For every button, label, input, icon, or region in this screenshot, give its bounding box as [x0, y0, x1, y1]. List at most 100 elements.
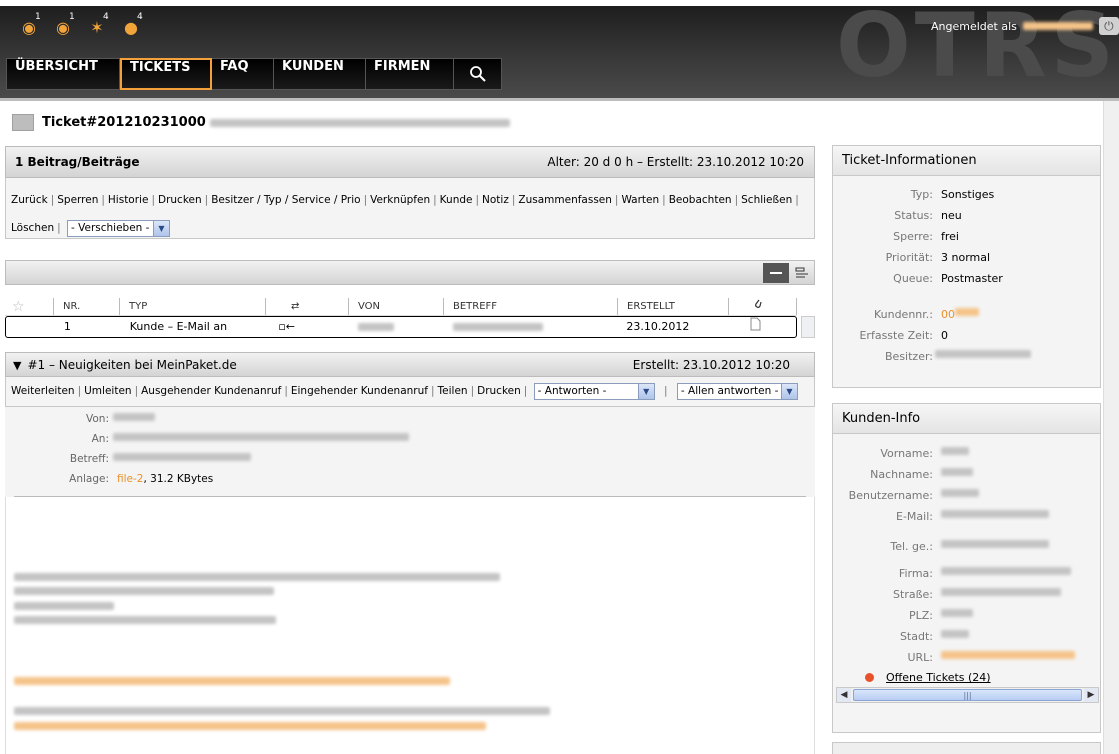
ticket-title: Ticket#201210231000	[42, 115, 206, 130]
action-verknuepfen[interactable]: Verknüpfen	[370, 194, 430, 206]
table-scrollbar[interactable]	[801, 316, 815, 338]
info-status: Status: neu	[894, 209, 962, 222]
info-typ: Typ: Sonstiges	[910, 188, 995, 201]
scroll-thumb[interactable]: |||	[853, 689, 1082, 701]
action-eingehender-anruf[interactable]: Eingehender Kundenanruf	[291, 385, 428, 397]
col-typ[interactable]: TYP	[120, 298, 266, 315]
ticket-zoom-head: 1 Beitrag/Beiträge Alter: 20 d 0 h – Ers…	[5, 146, 815, 178]
action-notiz[interactable]: Notiz	[482, 194, 509, 206]
ticket-age-created: Alter: 20 d 0 h – Erstellt: 23.10.2012 1…	[547, 155, 804, 169]
nav-faq[interactable]: FAQ	[212, 58, 274, 90]
ticket-action-menu: Zurück | Sperren | Historie | Drucken | Besitzer…	[5, 178, 815, 239]
username-redacted	[1022, 22, 1093, 30]
cust-firma: Firma:	[833, 567, 1071, 580]
nav-tickets[interactable]: TICKETS	[120, 58, 212, 90]
action-drucken[interactable]: Drucken	[158, 194, 202, 206]
action-teilen[interactable]: Teilen	[438, 385, 468, 397]
cust-nachname: Nachname:	[833, 468, 973, 481]
scroll-left-icon[interactable]: ◀	[837, 688, 851, 702]
page-scrollbar[interactable]	[1103, 101, 1119, 754]
info-queue: Queue: Postmaster	[893, 272, 1003, 285]
info-kundennr: Kundennr.: 00	[833, 308, 979, 321]
otrs-logo: OTRS	[836, 0, 1118, 97]
action-schliessen[interactable]: Schließen	[741, 194, 792, 206]
action-ausgehender-anruf[interactable]: Ausgehender Kundenanruf	[141, 385, 281, 397]
main-nav: ÜBERSICHT TICKETS FAQ KUNDEN FIRMEN	[6, 58, 502, 90]
article-row[interactable]: 1 Kunde – E-Mail an ▫← 23.10.2012	[5, 316, 797, 338]
row-star[interactable]	[6, 317, 55, 337]
action-sperren[interactable]: Sperren	[57, 194, 98, 206]
collapse-triangle-icon[interactable]: ▼	[13, 359, 21, 372]
col-erstellt[interactable]: ERSTELLT	[618, 298, 729, 315]
watched-icon[interactable]: ◉ 1	[50, 12, 76, 38]
search-icon[interactable]	[454, 58, 502, 90]
incoming-icon: ▫←	[278, 320, 296, 333]
action-beobachten[interactable]: Beobachten	[669, 194, 732, 206]
logout-icon[interactable]: ⏻	[1098, 17, 1119, 35]
locked-watched-icon[interactable]: ◉ 1	[16, 12, 42, 38]
action-weiterleiten[interactable]: Weiterleiten	[11, 385, 75, 397]
action-umleiten[interactable]: Umleiten	[84, 385, 131, 397]
article-title-wrap: ▼ #1 – Neuigkeiten bei MeinPaket.de	[13, 358, 237, 372]
cust-plz: PLZ:	[833, 609, 973, 622]
open-tickets-dot-icon	[865, 673, 874, 682]
cust-url: URL:	[833, 651, 1075, 664]
action-warten[interactable]: Warten	[621, 194, 659, 206]
responsible-icon[interactable]: ✶ 4	[84, 12, 110, 38]
action-article-drucken[interactable]: Drucken	[477, 385, 521, 397]
reply-select[interactable]: - Antworten - ▼	[533, 382, 655, 400]
action-zusammenfassen[interactable]: Zusammenfassen	[518, 194, 612, 206]
action-besitzer[interactable]: Besitzer / Typ / Service / Prio	[211, 194, 360, 206]
detail-view-icon[interactable]	[789, 263, 815, 283]
direction-icon: ⇄	[266, 298, 349, 315]
user-icon[interactable]: ● 4	[118, 12, 144, 38]
star-icon[interactable]: ☆	[5, 298, 54, 315]
nav-kunden[interactable]: KUNDEN	[274, 58, 366, 90]
cust-email: E-Mail:	[833, 510, 1049, 523]
ticket-title-redacted	[209, 118, 510, 127]
meta-attachment: Anlage: file-2, 31.2 KBytes	[69, 473, 214, 485]
open-tickets-row: Offene Tickets (24)	[865, 671, 991, 684]
article-head: ▼ #1 – Neuigkeiten bei MeinPaket.de Erste…	[5, 352, 815, 377]
action-zurueck[interactable]: Zurück	[11, 194, 48, 206]
scroll-right-icon[interactable]: ▶	[1084, 688, 1098, 702]
row-nr: 1	[63, 320, 71, 333]
action-kunde[interactable]: Kunde	[440, 194, 473, 206]
row-erstellt: 23.10.2012	[626, 320, 690, 333]
linked-objects-box-partial	[832, 742, 1101, 754]
chevron-down-icon: ▼	[637, 383, 654, 399]
file-icon	[728, 317, 796, 337]
col-nr[interactable]: NR.	[54, 298, 120, 315]
open-tickets-link[interactable]: Offene Tickets (24)	[886, 671, 991, 684]
customer-info-box: Kunden-Info Vorname: Nachname: Benutzern…	[832, 403, 1101, 733]
article-title: #1 – Neuigkeiten bei MeinPaket.de	[27, 357, 237, 372]
col-betreff[interactable]: BETREFF	[444, 298, 618, 315]
article-list-head	[5, 260, 815, 285]
article-body	[5, 497, 815, 754]
attachment-link[interactable]: file-2	[117, 473, 143, 485]
cust-vorname: Vorname:	[833, 447, 969, 460]
action-loeschen[interactable]: Löschen	[11, 222, 54, 234]
action-historie[interactable]: Historie	[108, 194, 149, 206]
info-sperre: Sperre: frei	[893, 230, 959, 243]
chevron-down-icon: ▼	[153, 220, 169, 236]
meta-to: An:	[5, 433, 409, 445]
row-von	[349, 317, 444, 337]
nav-firmen[interactable]: FIRMEN	[366, 58, 454, 90]
meta-subject: Betreff:	[5, 453, 251, 465]
chevron-down-icon: ▼	[780, 383, 797, 399]
reply-all-select[interactable]: - Allen antworten - ▼	[676, 382, 798, 400]
article-created: Erstellt: 23.10.2012 10:20	[632, 357, 790, 372]
login-label: Angemeldet als	[931, 19, 1017, 33]
cust-benutzername: Benutzername:	[833, 489, 979, 502]
info-prioritaet: Priorität: 3 normal	[885, 251, 991, 264]
customer-info-scrollbar[interactable]: ◀ ||| ▶	[836, 687, 1099, 703]
article-action-menu: Weiterleiten | Umleiten | Ausgehender Kunden…	[5, 377, 815, 407]
move-select[interactable]: - Verschieben - ▼	[67, 219, 170, 237]
nav-uebersicht[interactable]: ÜBERSICHT	[6, 58, 120, 90]
col-von[interactable]: VON	[349, 298, 444, 315]
article-count: 1 Beitrag/Beiträge	[15, 155, 140, 169]
ticket-title-row: Ticket#201210231000	[12, 114, 510, 131]
article-table-header: ☆ NR. TYP ⇄ VON BETREFF ERSTELLT	[5, 298, 797, 316]
compact-view-icon[interactable]	[763, 263, 789, 283]
